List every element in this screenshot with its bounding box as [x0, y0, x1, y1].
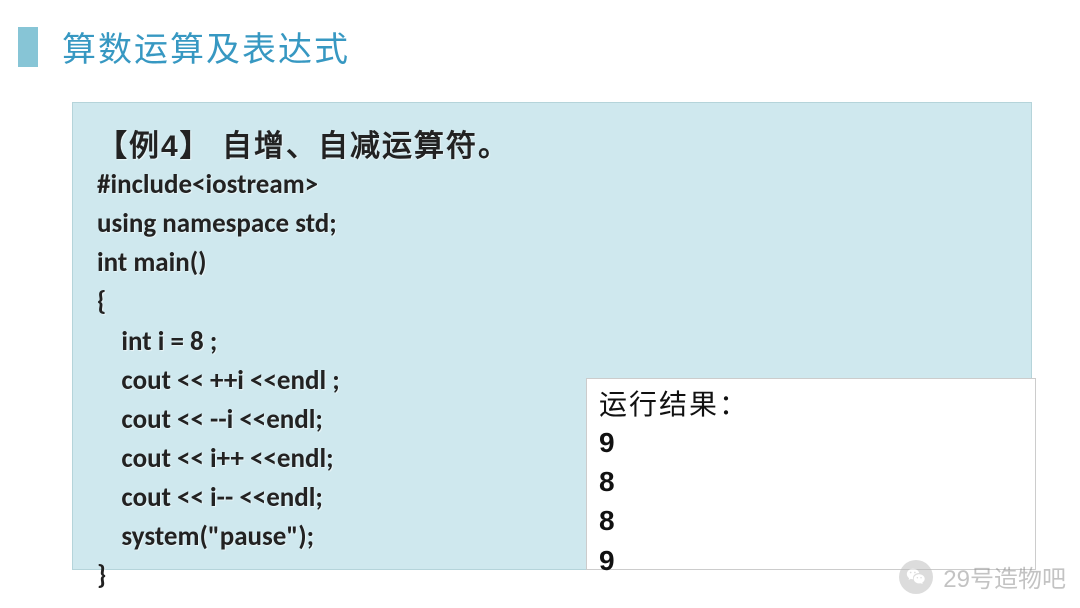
code-line-1: #include<iostream> — [97, 165, 1007, 204]
wechat-icon — [899, 560, 933, 594]
example-label: 【例4】 自增、自减运算符。 — [97, 121, 1007, 165]
result-box: 运行结果： 9 8 8 9 — [586, 378, 1036, 570]
slide-title-bar: 算数运算及表达式 — [0, 0, 1080, 71]
result-title: 运行结果： — [599, 383, 1023, 423]
watermark: 29号造物吧 — [899, 559, 1066, 594]
code-line-2: using namespace std; — [97, 204, 1007, 243]
code-line-3: int main() — [97, 243, 1007, 282]
result-line-2: 8 — [599, 462, 1023, 501]
code-line-5: int i = 8 ; — [97, 322, 1007, 361]
result-line-3: 8 — [599, 501, 1023, 540]
slide-title: 算数运算及表达式 — [62, 22, 350, 71]
watermark-text: 29号造物吧 — [943, 559, 1066, 594]
code-line-4: { — [97, 282, 1007, 321]
title-accent-block — [18, 27, 38, 67]
result-line-1: 9 — [599, 423, 1023, 462]
